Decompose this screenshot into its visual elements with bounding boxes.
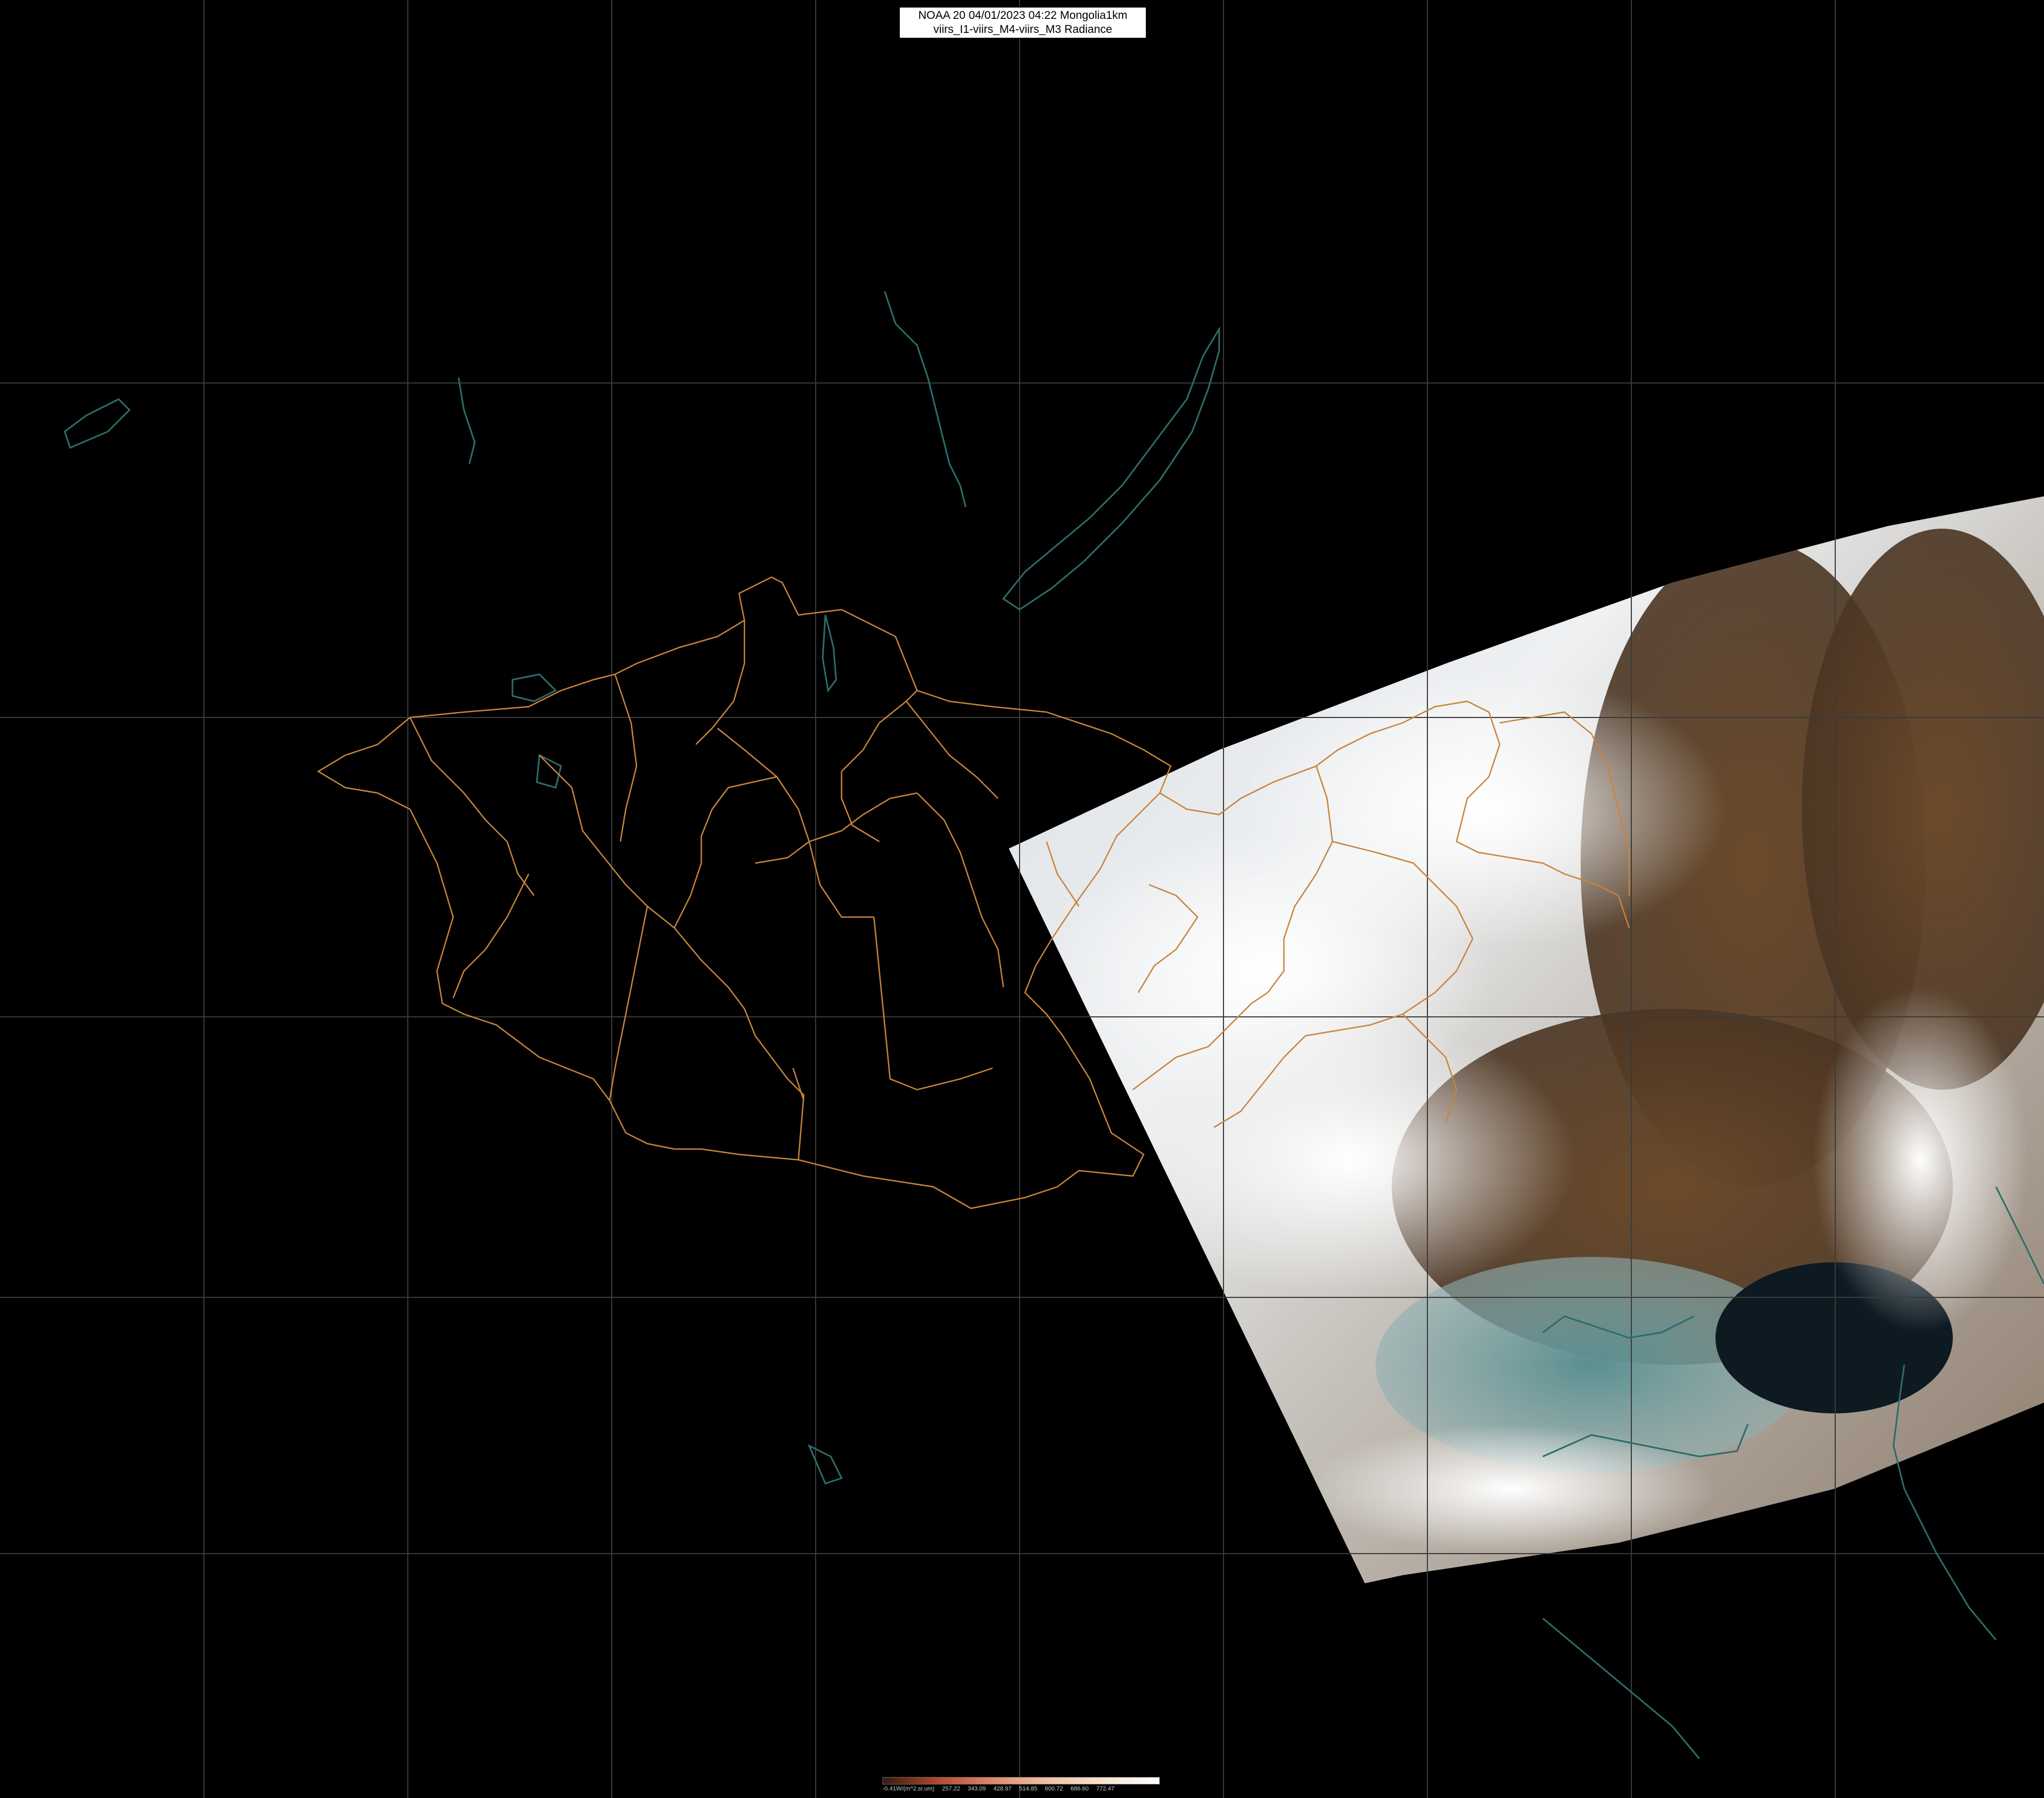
satellite-swath [1009, 496, 2044, 1583]
cloud-band-3 [1241, 669, 1726, 949]
colorbar-tick-label: 428.97 [993, 1786, 1012, 1792]
colorbar-labels: -0.41W/(m^2.sr.um) 257.22 343.09 428.97 514.… [883, 1786, 1160, 1793]
map-stage: NOAA 20 04/01/2023 04:22 Mongolia1km vii… [0, 0, 2044, 1798]
colorbar-legend: -0.41W/(m^2.sr.um) 257.22 343.09 428.97 514.… [883, 1777, 1160, 1794]
colorbar-tick-label: 600.72 [1044, 1786, 1063, 1792]
cloud-band-4 [1305, 1424, 1715, 1554]
colorbar-tick-label: 686.60 [1070, 1786, 1089, 1792]
river-west [457, 377, 476, 464]
title-product-line: viirs_I1-viirs_M4-viirs_M3 Radiance [933, 23, 1112, 36]
title-satellite-line: NOAA 20 04/01/2023 04:22 Mongolia1km [918, 9, 1127, 22]
map-canvas [0, 0, 2044, 1798]
colorbar-tick-label: 772.47 [1096, 1786, 1115, 1792]
lake-sw [808, 1444, 843, 1485]
river-angara [884, 291, 967, 508]
lake-west [64, 398, 131, 449]
colorbar-tick-label: 257.22 [942, 1786, 960, 1792]
cloud-band-5 [1813, 987, 2028, 1332]
lake-uvs [511, 673, 557, 702]
lake-baikal [1002, 326, 1220, 611]
colorbar-tick-label: 343.09 [967, 1786, 986, 1792]
map-title: NOAA 20 04/01/2023 04:22 Mongolia1km vii… [899, 6, 1147, 39]
lake-khar-us [536, 754, 562, 789]
lake-khuvsgul [822, 614, 837, 693]
colorbar-tick-label: 514.85 [1019, 1786, 1037, 1792]
colorbar-tick-label: -0.41W/(m^2.sr.um) [883, 1786, 935, 1792]
colorbar-gradient [883, 1777, 1160, 1785]
coast-south [1542, 1617, 1700, 1759]
cloud-band-2 [1122, 1020, 1575, 1300]
